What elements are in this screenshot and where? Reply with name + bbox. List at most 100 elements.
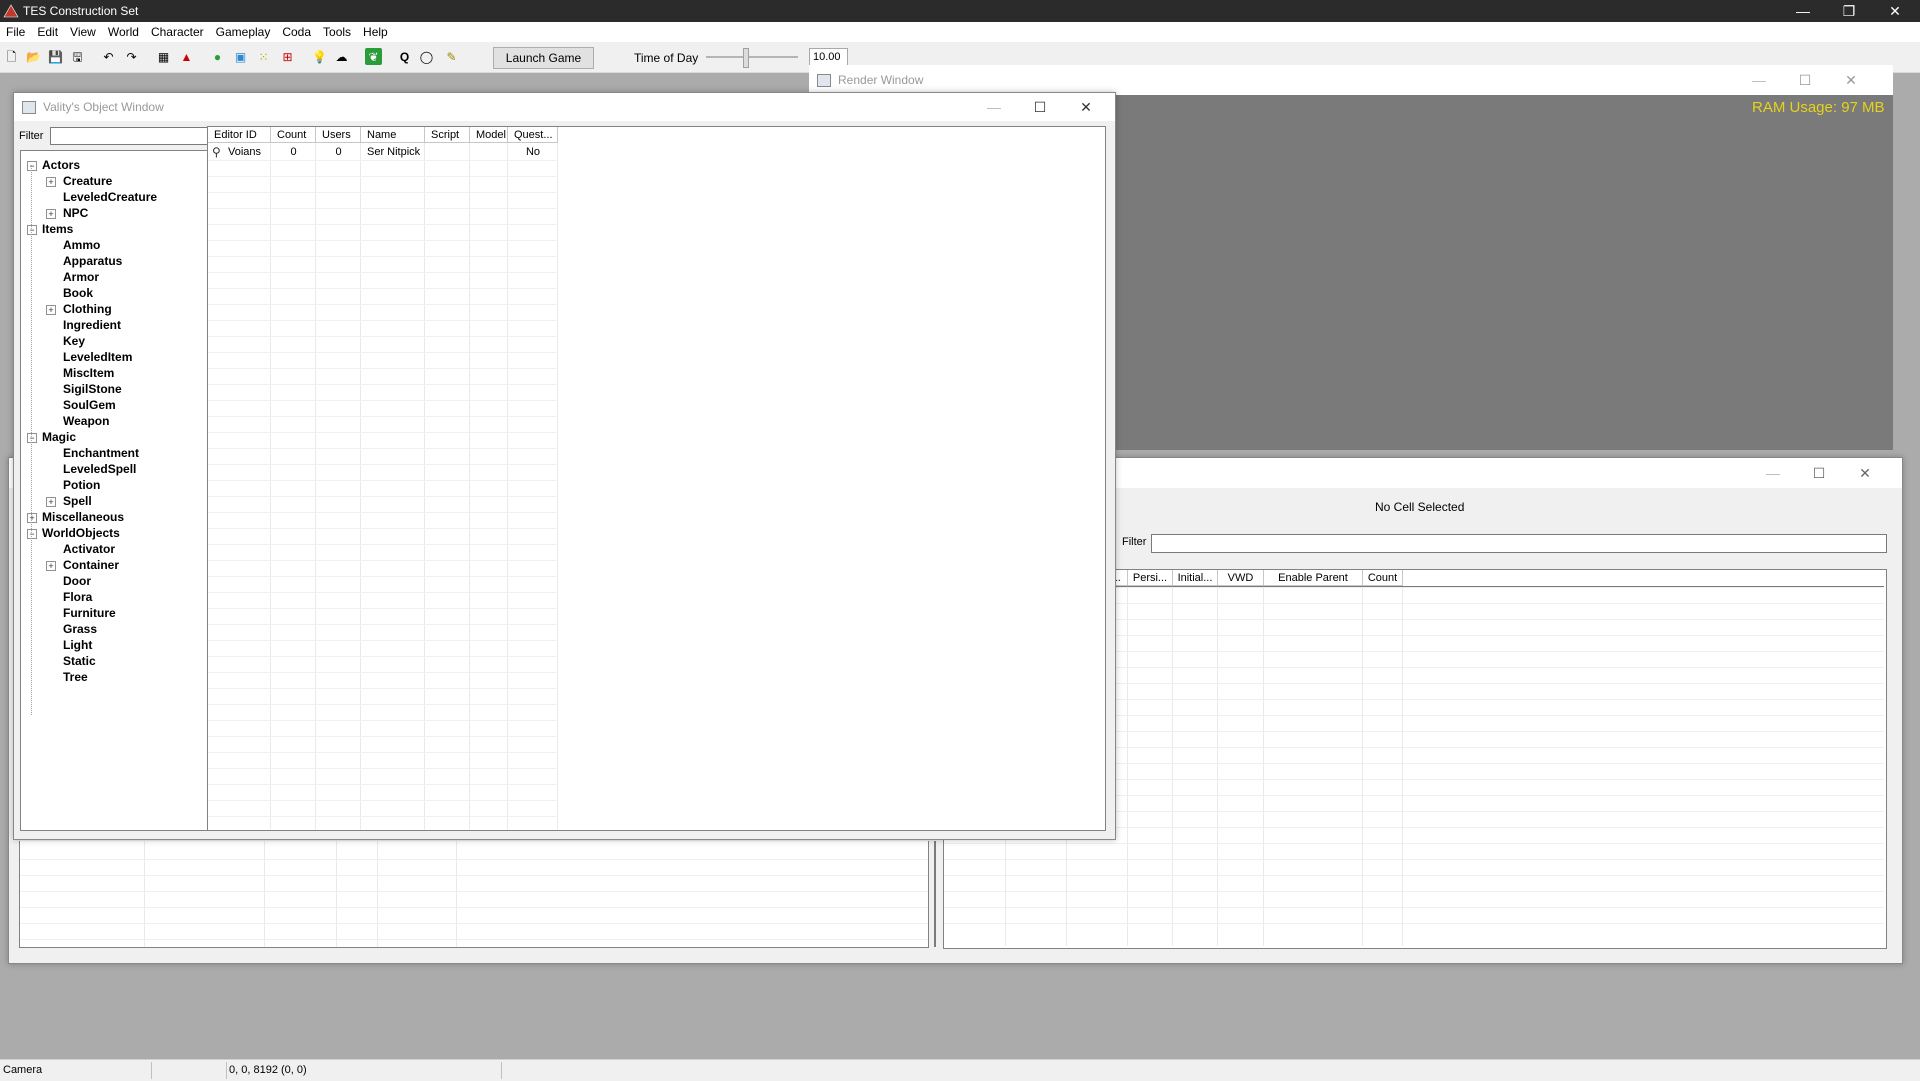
tree-item-label: Grass xyxy=(63,622,98,636)
tree-item-label: WorldObjects xyxy=(42,526,120,540)
restore-button[interactable]: ❐ xyxy=(1826,0,1872,22)
object-list[interactable]: Editor ID Count Users Name Script Model Quest.… xyxy=(207,126,1106,831)
column-header-script[interactable]: Script xyxy=(425,127,470,143)
collapse-icon[interactable]: − xyxy=(27,225,37,235)
search-q-icon[interactable]: Q xyxy=(396,48,413,65)
landscape-icon[interactable]: ▣ xyxy=(232,48,249,65)
no-cell-selected-label: No Cell Selected xyxy=(1375,500,1465,514)
leaf-icon[interactable]: ❦ xyxy=(365,48,382,65)
grid-line xyxy=(208,624,558,625)
undo-icon[interactable]: ↶ xyxy=(100,48,117,65)
save-all-icon[interactable]: 🖫 xyxy=(69,48,86,65)
close-button[interactable]: ✕ xyxy=(1872,0,1918,22)
tree-item-label: Apparatus xyxy=(63,254,123,268)
tree-item-label: Door xyxy=(63,574,91,588)
menu-character[interactable]: Character xyxy=(145,22,210,42)
minimize-button[interactable]: — xyxy=(1780,0,1826,22)
menu-bar: File Edit View World Character Gameplay Coda To… xyxy=(0,22,1920,42)
tree-item-label: Tree xyxy=(63,670,88,684)
launch-game-button[interactable]: Launch Game xyxy=(493,47,594,69)
tree-item-label: Creature xyxy=(63,174,113,188)
time-of-day-label: Time of Day xyxy=(634,51,699,65)
object-close-button[interactable]: ✕ xyxy=(1063,93,1109,121)
sphere-icon[interactable]: ● xyxy=(209,48,226,65)
tree-item-label: Container xyxy=(63,558,120,572)
cell-column-header-3[interactable]: Persi... xyxy=(1128,570,1173,586)
render-maximize-button[interactable]: ☐ xyxy=(1782,65,1828,95)
render-minimize-button[interactable]: — xyxy=(1736,65,1782,95)
redo-icon[interactable]: ↷ xyxy=(123,48,140,65)
grid-icon[interactable]: ▦ xyxy=(155,48,172,65)
terrain-icon[interactable]: ▲ xyxy=(178,48,195,65)
cell-column-header-6[interactable]: Enable Parent xyxy=(1264,570,1363,586)
grid-line xyxy=(944,923,1884,924)
status-coordinates: 0, 0, 8192 (0, 0) xyxy=(226,1062,502,1079)
save-icon[interactable]: 💾 xyxy=(47,48,64,65)
markers-icon[interactable]: ⊞ xyxy=(279,48,296,65)
grid-line xyxy=(424,143,425,830)
render-close-button[interactable]: ✕ xyxy=(1828,65,1874,95)
grid-line xyxy=(208,416,558,417)
grid-line xyxy=(208,688,558,689)
sky-icon[interactable]: ☁ xyxy=(333,48,350,65)
cell-maximize-button[interactable]: ☐ xyxy=(1796,458,1842,488)
object-window-title-bar: Vality's Object Window — ☐ ✕ xyxy=(14,93,1115,121)
cell-list-pane[interactable] xyxy=(19,841,929,948)
collapse-icon[interactable]: − xyxy=(27,161,37,171)
expand-icon[interactable]: + xyxy=(46,177,56,187)
grid-line xyxy=(208,800,558,801)
column-header-model[interactable]: Model xyxy=(470,127,508,143)
cell-column-header-5[interactable]: VWD xyxy=(1218,570,1264,586)
grid-line xyxy=(208,272,558,273)
column-header-name[interactable]: Name xyxy=(361,127,425,143)
tree-item-label: Clothing xyxy=(63,302,112,316)
grid-line xyxy=(469,143,470,830)
cell-column-header-7[interactable]: Count xyxy=(1363,570,1403,586)
column-header-count[interactable]: Count xyxy=(271,127,316,143)
grid-line xyxy=(315,143,316,830)
menu-tools[interactable]: Tools xyxy=(317,22,357,42)
cell-close-button[interactable]: ✕ xyxy=(1842,458,1888,488)
object-minimize-button[interactable]: — xyxy=(971,93,1017,121)
table-row[interactable]: Voians 0 0 Ser Nitpick No ⚲ xyxy=(208,144,558,160)
menu-view[interactable]: View xyxy=(64,22,102,42)
menu-world[interactable]: World xyxy=(102,22,145,42)
pane-splitter[interactable] xyxy=(934,841,936,947)
pen-icon[interactable]: ✎ xyxy=(443,48,460,65)
column-header-quest[interactable]: Quest... xyxy=(508,127,558,143)
column-header-editor-id[interactable]: Editor ID xyxy=(208,127,271,143)
cell-filter-input[interactable] xyxy=(1151,534,1887,553)
tree-item-label: Potion xyxy=(63,478,101,492)
cell-column-header-4[interactable]: Initial... xyxy=(1173,570,1218,586)
points-icon[interactable]: ⁙ xyxy=(255,48,272,65)
object-filter-input[interactable] xyxy=(50,127,211,145)
light-bulb-icon[interactable]: 💡 xyxy=(311,48,328,65)
expand-icon[interactable]: + xyxy=(46,561,56,571)
expand-icon[interactable]: + xyxy=(46,497,56,507)
tree-item-label: Items xyxy=(42,222,74,236)
collapse-icon[interactable]: − xyxy=(27,433,37,443)
open-folder-icon[interactable]: 📂 xyxy=(25,48,42,65)
grid-line xyxy=(208,704,558,705)
object-maximize-button[interactable]: ☐ xyxy=(1017,93,1063,121)
menu-coda[interactable]: Coda xyxy=(276,22,317,42)
object-category-tree[interactable]: − Actors + Creature LeveledCreature + NPC − Item… xyxy=(20,150,212,831)
new-file-icon[interactable]: 🗋 xyxy=(3,48,20,65)
expand-icon[interactable]: + xyxy=(46,209,56,219)
cell-minimize-button[interactable]: — xyxy=(1750,458,1796,488)
grid-line xyxy=(208,352,558,353)
menu-edit[interactable]: Edit xyxy=(31,22,64,42)
tree-item-label: Static xyxy=(63,654,96,668)
grid-line xyxy=(208,720,558,721)
menu-file[interactable]: File xyxy=(0,22,31,42)
time-of-day-slider-thumb[interactable] xyxy=(743,48,749,68)
time-of-day-slider[interactable] xyxy=(706,56,798,58)
column-header-users[interactable]: Users xyxy=(316,127,361,143)
collapse-icon[interactable]: − xyxy=(27,529,37,539)
lasso-icon[interactable]: ◯ xyxy=(418,48,435,65)
expand-icon[interactable]: + xyxy=(27,513,37,523)
menu-help[interactable]: Help xyxy=(357,22,394,42)
grid-line xyxy=(208,368,558,369)
expand-icon[interactable]: + xyxy=(46,305,56,315)
menu-gameplay[interactable]: Gameplay xyxy=(210,22,277,42)
